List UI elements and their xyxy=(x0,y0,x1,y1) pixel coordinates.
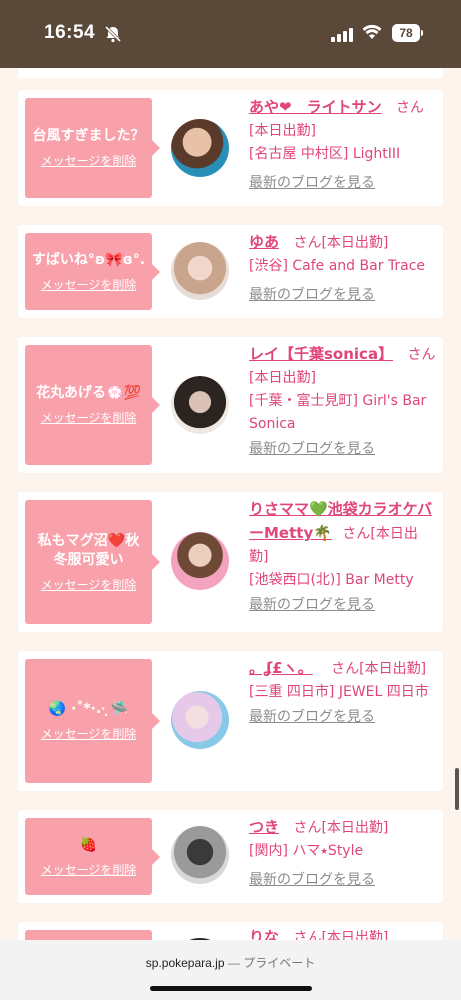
url-domain: sp.pokepara.jp xyxy=(145,956,225,970)
message-text: 花丸あげる💮💯 xyxy=(36,385,141,401)
latest-blog-link[interactable]: 最新のブログを見る xyxy=(249,594,435,617)
avatar[interactable] xyxy=(171,691,229,749)
private-label: — プライベート xyxy=(227,956,316,970)
message-bubble: 私もマグ沼❤️秋冬服可愛い メッセージを削除 xyxy=(25,500,160,624)
previous-card-bottom xyxy=(18,68,443,78)
shop-name: [名古屋 中村区] LightIII xyxy=(249,146,401,162)
cast-name-link[interactable]: ゆあ xyxy=(249,233,279,251)
cast-name-link[interactable]: つき xyxy=(249,818,279,836)
honorific: さん xyxy=(396,100,425,116)
battery-icon: 78 xyxy=(392,24,420,42)
cast-info: 。ʆ£ヽ。 さん[本日出勤] [三重 四日市] JEWEL 四日市 最新のブログ… xyxy=(249,657,439,729)
delete-message-link[interactable]: メッセージを削除 xyxy=(41,576,137,593)
shop-name-continued: Sonica xyxy=(249,416,296,432)
silent-bell-icon xyxy=(104,25,122,47)
cast-name-link[interactable]: レイ【千葉sonica】 xyxy=(249,345,393,363)
work-status: [本日出勤] xyxy=(249,123,316,139)
message-card: すばいね°ʚ🎀ɞ°. メッセージを削除 ゆあ さん[本日出勤] [渋谷] Caf… xyxy=(18,225,443,318)
honorific: さん[本日出勤] xyxy=(293,235,389,251)
cast-info: りさママ💚池袋カラオケバーMetty🌴 さん[本日出勤] [池袋西口(北)] B… xyxy=(249,498,435,617)
latest-blog-link[interactable]: 最新のブログを見る xyxy=(249,172,435,195)
cast-info: つき さん[本日出勤] [関内] ハマ⭑Style 最新のブログを見る xyxy=(249,816,435,892)
honorific: さん xyxy=(407,347,436,363)
delete-message-link[interactable]: メッセージを削除 xyxy=(41,725,137,742)
message-text: 🌏 ·˚*·.·̩͙ 🛸 xyxy=(48,701,129,717)
delete-message-link[interactable]: メッセージを削除 xyxy=(41,409,137,426)
message-card: 花丸あげる💮💯 メッセージを削除 レイ【千葉sonica】 さん [本日出勤] … xyxy=(18,337,443,473)
latest-blog-link[interactable]: 最新のブログを見る xyxy=(249,284,435,307)
message-text: 私もマグ沼❤️秋冬服可愛い xyxy=(37,532,140,568)
work-status: [本日出勤] xyxy=(249,370,316,386)
message-bubble: 🌏 ·˚*·.·̩͙ 🛸 メッセージを削除 xyxy=(25,659,160,783)
message-card: 私もマグ沼❤️秋冬服可愛い メッセージを削除 りさママ💚池袋カラオケバーMett… xyxy=(18,492,443,632)
shop-name: [渋谷] Cafe and Bar Trace xyxy=(249,258,426,274)
avatar[interactable] xyxy=(171,826,229,884)
message-bubble: 花丸あげる💮💯 メッセージを削除 xyxy=(25,345,160,465)
cast-info: レイ【千葉sonica】 さん [本日出勤] [千葉・富士見町] Girl's … xyxy=(249,343,441,461)
shop-name: [池袋西口(北)] Bar Metty xyxy=(249,572,414,588)
browser-url-bar[interactable]: sp.pokepara.jp — プライベート xyxy=(0,940,461,1000)
cast-name-link[interactable]: あや❤︎ ライトサン xyxy=(249,98,382,116)
message-bubble: 台風すぎました？ メッセージを削除 xyxy=(25,98,160,198)
message-card: 🍓 メッセージを削除 つき さん[本日出勤] [関内] ハマ⭑Style 最新の… xyxy=(18,810,443,903)
clock: 16:54 xyxy=(44,22,96,43)
cast-name-link[interactable]: 。ʆ£ヽ。 xyxy=(249,659,313,677)
delete-message-link[interactable]: メッセージを削除 xyxy=(41,152,137,169)
cast-info: ゆあ さん[本日出勤] [渋谷] Cafe and Bar Trace 最新のブ… xyxy=(249,231,435,307)
cast-info: あや❤︎ ライトサン さん [本日出勤] [名古屋 中村区] LightIII … xyxy=(249,96,435,195)
shop-name: [関内] ハマ⭑Style xyxy=(249,843,364,859)
wifi-icon xyxy=(362,24,382,44)
honorific: さん[本日出勤] xyxy=(293,820,389,836)
latest-blog-link[interactable]: 最新のブログを見る xyxy=(249,438,441,461)
status-bar: 16:54 78 xyxy=(0,0,461,68)
avatar[interactable] xyxy=(171,532,229,590)
latest-blog-link[interactable]: 最新のブログを見る xyxy=(249,869,435,892)
latest-blog-link[interactable]: 最新のブログを見る xyxy=(249,706,439,729)
honorific: さん[本日出勤] xyxy=(331,661,427,677)
message-card: 台風すぎました？ メッセージを削除 あや❤︎ ライトサン さん [本日出勤] [… xyxy=(18,90,443,206)
cellular-signal-icon xyxy=(331,27,353,46)
shop-name: [千葉・富士見町] Girl's Bar xyxy=(249,393,427,409)
scrollbar[interactable] xyxy=(455,768,459,810)
message-text: すばいね°ʚ🎀ɞ°. xyxy=(31,251,146,268)
avatar[interactable] xyxy=(171,376,229,434)
avatar[interactable] xyxy=(171,242,229,300)
shop-name: [三重 四日市] JEWEL 四日市 xyxy=(249,684,429,700)
message-text: 🍓 xyxy=(79,836,98,853)
avatar[interactable] xyxy=(171,119,229,177)
message-text: 台風すぎました？ xyxy=(32,128,145,144)
delete-message-link[interactable]: メッセージを削除 xyxy=(41,861,137,878)
message-bubble: 🍓 メッセージを削除 xyxy=(25,818,160,895)
message-bubble: すばいね°ʚ🎀ɞ°. メッセージを削除 xyxy=(25,233,160,310)
delete-message-link[interactable]: メッセージを削除 xyxy=(41,276,137,293)
home-indicator[interactable] xyxy=(150,986,312,991)
battery-nub xyxy=(421,30,423,36)
message-card: 🌏 ·˚*·.·̩͙ 🛸 メッセージを削除 。ʆ£ヽ。 さん[本日出勤] [三重… xyxy=(18,651,443,791)
url-display[interactable]: sp.pokepara.jp — プライベート xyxy=(0,954,461,971)
